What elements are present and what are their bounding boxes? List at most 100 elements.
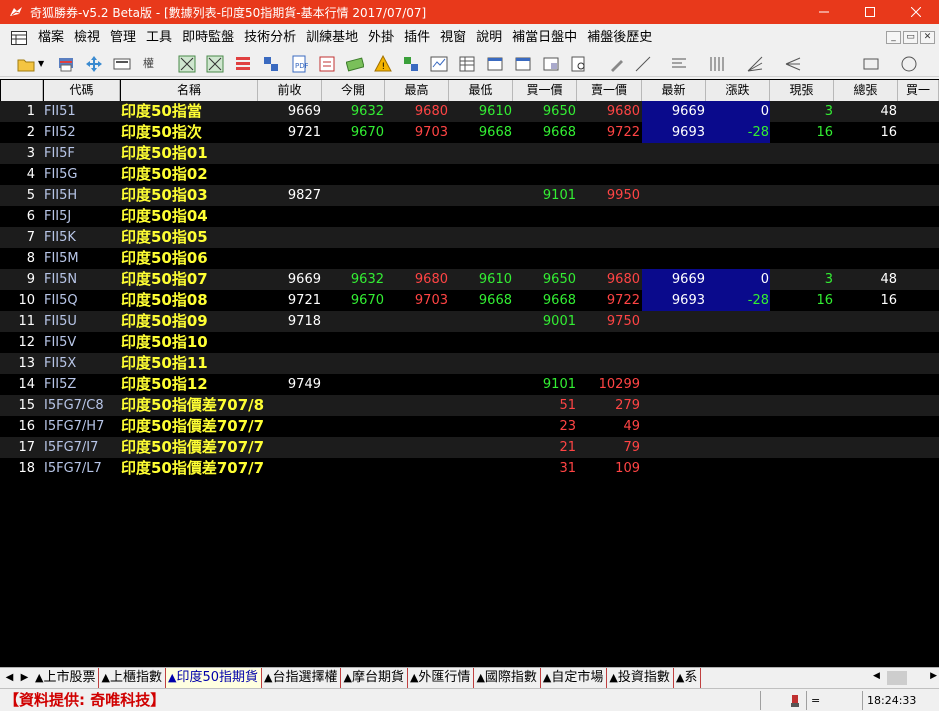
table-row[interactable]: 9 FII5N 印度50指07 9669 9632 9680 9610 9650 9680 966…: [0, 269, 939, 290]
mdi-close-button[interactable]: ✕: [920, 31, 935, 44]
menu-item[interactable]: 管理: [105, 27, 141, 49]
column-header[interactable]: 最高: [385, 80, 449, 101]
table-row[interactable]: 17 I5FG7/I7 印度50指價差707/7 21 79: [0, 437, 939, 458]
tab-2[interactable]: ▲印度50指期貨: [165, 668, 262, 688]
menu-item[interactable]: 檢視: [69, 27, 105, 49]
grid-menu-icon[interactable]: [11, 31, 27, 45]
scroll-left-icon[interactable]: ◀: [873, 671, 880, 681]
weight-icon[interactable]: 權: [143, 55, 163, 73]
chevron-down-icon[interactable]: ▼: [38, 55, 46, 73]
line-tool-icon[interactable]: [634, 55, 652, 73]
document-icon[interactable]: PDF: [290, 55, 308, 73]
table-row[interactable]: 5 FII5H 印度50指03 9827 9101 9950: [0, 185, 939, 206]
column-header[interactable]: 最新: [642, 80, 706, 101]
warning-icon[interactable]: !: [374, 55, 392, 73]
tab-5[interactable]: ▲外匯行情: [408, 668, 475, 688]
pitchfork-icon[interactable]: [784, 55, 802, 73]
table-row[interactable]: 1 FII51 印度50指當 9669 9632 9680 9610 9650 9680 9669…: [0, 101, 939, 122]
menu-item[interactable]: 檔案: [33, 27, 69, 49]
chart-x2-icon[interactable]: [206, 55, 224, 73]
table-row[interactable]: 12 FII5V 印度50指10: [0, 332, 939, 353]
note-icon[interactable]: [318, 55, 336, 73]
money-icon[interactable]: [346, 55, 364, 73]
tab-scroll-left-button[interactable]: ◀: [2, 670, 17, 685]
menu-item[interactable]: 外掛: [363, 27, 399, 49]
layout-icon[interactable]: [113, 55, 131, 73]
table-row[interactable]: 11 FII5U 印度50指09 9718 9001 9750: [0, 311, 939, 332]
tab-0[interactable]: ▲上市股票: [33, 668, 100, 688]
mdi-minimize-button[interactable]: _: [886, 31, 901, 44]
table-row[interactable]: 15 I5FG7/C8 印度50指價差707/8 51 279: [0, 395, 939, 416]
menu-item[interactable]: 補當日盤中: [507, 27, 582, 49]
symbol-code: FII5V: [44, 335, 77, 350]
maximize-button[interactable]: [847, 0, 893, 24]
tab-3[interactable]: ▲台指選擇權: [262, 668, 342, 688]
table-row[interactable]: 2 FII52 印度50指次 9721 9670 9703 9668 9668 9722 9693…: [0, 122, 939, 143]
menu-item[interactable]: 視窗: [435, 27, 471, 49]
table-row[interactable]: 4 FII5G 印度50指02: [0, 164, 939, 185]
line-chart-icon[interactable]: [430, 55, 448, 73]
fan-lines-icon[interactable]: [746, 55, 764, 73]
circle-icon[interactable]: [900, 55, 918, 73]
menu-item[interactable]: 補盤後歷史: [582, 27, 657, 49]
table-icon[interactable]: [458, 55, 476, 73]
tab-7[interactable]: ▲自定市場: [541, 668, 608, 688]
list-icon[interactable]: [234, 55, 252, 73]
tab-8[interactable]: ▲投資指數: [607, 668, 674, 688]
menu-item[interactable]: 即時監盤: [177, 27, 239, 49]
pencil-icon[interactable]: [608, 55, 626, 73]
column-header[interactable]: 最低: [449, 80, 513, 101]
column-header[interactable]: 今開: [322, 80, 385, 101]
table-row[interactable]: 18 I5FG7/L7 印度50指價差707/7 31 109: [0, 458, 939, 479]
tab-1[interactable]: ▲上櫃指數: [99, 668, 166, 688]
rectangle-icon[interactable]: [862, 55, 880, 73]
table-row[interactable]: 13 FII5X 印度50指11: [0, 353, 939, 374]
table-row[interactable]: 6 FII5J 印度50指04: [0, 206, 939, 227]
menu-item[interactable]: 插件: [399, 27, 435, 49]
menu-item[interactable]: 說明: [471, 27, 507, 49]
column-header[interactable]: 現張: [770, 80, 834, 101]
column-header[interactable]: 總張: [834, 80, 898, 101]
menu-item[interactable]: 技術分析: [239, 27, 301, 49]
window3-icon[interactable]: [542, 55, 560, 73]
open-folder-icon[interactable]: [17, 55, 35, 73]
table-row[interactable]: 8 FII5M 印度50指06: [0, 248, 939, 269]
window-icon[interactable]: [486, 55, 504, 73]
tab-9[interactable]: ▲系: [674, 668, 702, 688]
grouping-icon[interactable]: [262, 55, 280, 73]
column-header[interactable]: 代碼: [44, 80, 120, 101]
column-header[interactable]: 前收: [258, 80, 322, 101]
search-doc-icon[interactable]: [570, 55, 588, 73]
table-row[interactable]: 10 FII5Q 印度50指08 9721 9670 9703 9668 9668 9722 96…: [0, 290, 939, 311]
scroll-thumb[interactable]: [887, 671, 907, 685]
tab-label: 自定市場: [551, 670, 604, 685]
column-header[interactable]: 買一價: [513, 80, 577, 101]
quote-table[interactable]: 代碼 名稱 前收 今開 最高 最低 買一價 賣一價 最新 漲跌 現張 總張 買一 1 FII51 印度50指…: [0, 79, 939, 667]
vertical-lines-icon[interactable]: [708, 55, 726, 73]
table-row[interactable]: 14 FII5Z 印度50指12 9749 9101 10299: [0, 374, 939, 395]
table-row[interactable]: 3 FII5F 印度50指01: [0, 143, 939, 164]
tab-6[interactable]: ▲國際指數: [474, 668, 541, 688]
tab-4[interactable]: ▲摩台期貨: [341, 668, 408, 688]
table-row[interactable]: 16 I5FG7/H7 印度50指價差707/7 23 49: [0, 416, 939, 437]
chart-x-icon[interactable]: [178, 55, 196, 73]
print-icon[interactable]: [57, 55, 75, 73]
tab-scroll-right-button[interactable]: ▶: [17, 670, 32, 685]
menu-item[interactable]: 工具: [141, 27, 177, 49]
text-lines-icon[interactable]: [670, 55, 688, 73]
scroll-right-icon[interactable]: ▶: [930, 671, 937, 681]
minimize-button[interactable]: [801, 0, 847, 24]
menu-item[interactable]: 訓練基地: [301, 27, 363, 49]
close-button[interactable]: [893, 0, 939, 24]
move-icon[interactable]: [85, 55, 103, 73]
column-header[interactable]: 漲跌: [706, 80, 770, 101]
window2-icon[interactable]: [514, 55, 532, 73]
mdi-restore-button[interactable]: ▭: [903, 31, 918, 44]
exchange-icon[interactable]: [402, 55, 420, 73]
table-row[interactable]: 7 FII5K 印度50指05: [0, 227, 939, 248]
tab-label: 上市股票: [43, 670, 96, 685]
horizontal-scrollbar[interactable]: ◀ ▶: [871, 670, 939, 686]
column-header[interactable]: 買一: [898, 80, 939, 101]
column-header[interactable]: 名稱: [121, 80, 258, 101]
column-header[interactable]: 賣一價: [577, 80, 642, 101]
